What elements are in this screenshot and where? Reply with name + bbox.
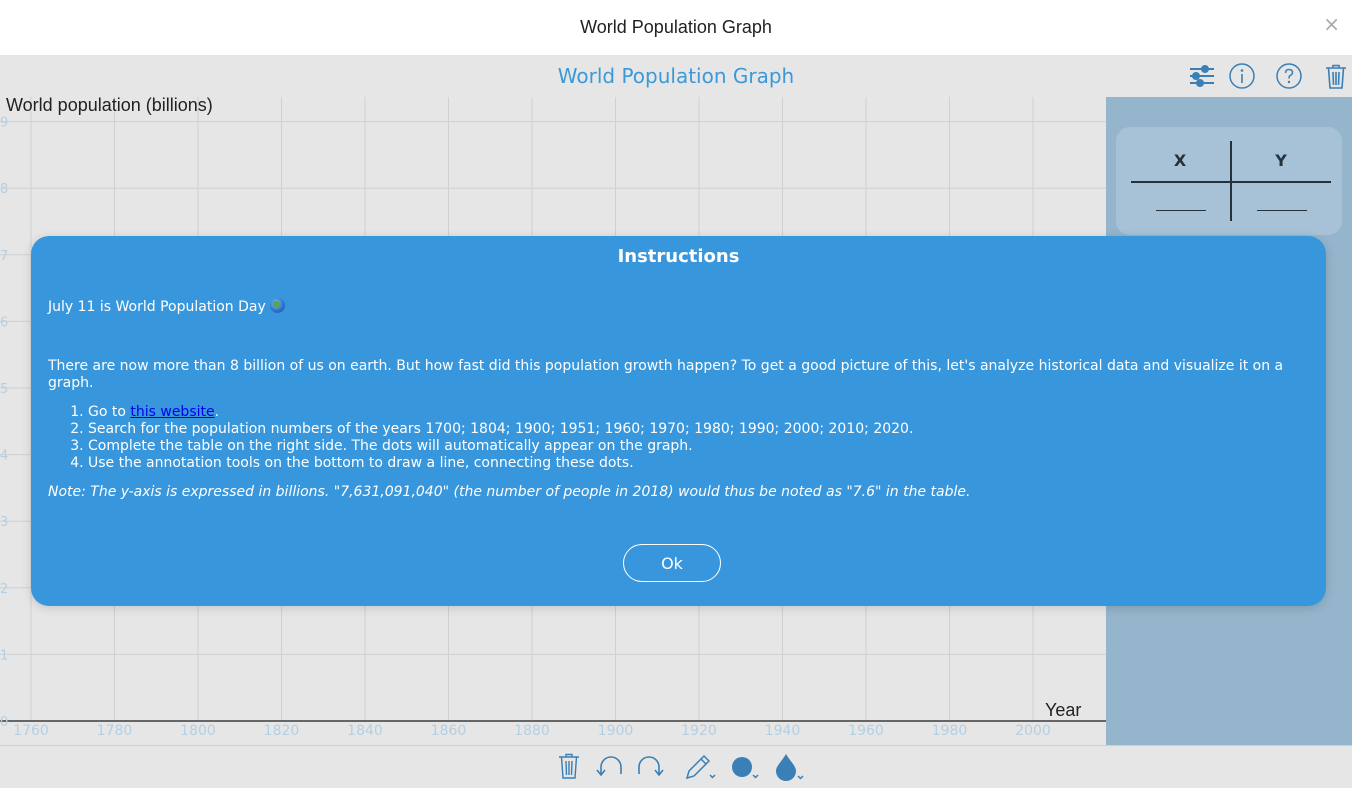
- step-2: Search for the population numbers of the…: [88, 421, 1308, 438]
- x-tick-label: 2000: [1015, 723, 1051, 739]
- y-axis-title: World population (billions): [6, 97, 213, 115]
- y-tick-label: 8: [0, 182, 8, 197]
- undo-icon[interactable]: [596, 752, 626, 784]
- x-tick-label: 1940: [765, 723, 801, 739]
- modal-note: Note: The y-axis is expressed in billion…: [48, 484, 971, 500]
- instructions-modal: Instructions July 11 is World Population…: [31, 236, 1326, 606]
- ok-button[interactable]: Ok: [623, 544, 721, 582]
- y-tick-label: 7: [0, 249, 8, 264]
- step-1-suffix: .: [214, 404, 220, 420]
- website-link[interactable]: this website: [130, 404, 214, 420]
- modal-title: Instructions: [617, 246, 740, 267]
- redo-icon[interactable]: [634, 752, 664, 784]
- intro-text: July 11 is World Population Day: [48, 299, 266, 315]
- step-1-prefix: Go to: [88, 404, 131, 420]
- window-titlebar: World Population Graph ×: [0, 0, 1352, 55]
- step-4: Use the annotation tools on the bottom t…: [88, 455, 1308, 472]
- x-axis-title: Year: [1045, 700, 1082, 720]
- x-tick-label: 1800: [180, 723, 216, 739]
- table-x-input[interactable]: [1156, 210, 1206, 211]
- table-y-input[interactable]: [1257, 210, 1307, 211]
- trash-icon[interactable]: [558, 752, 580, 784]
- table-x-header: X: [1173, 151, 1187, 170]
- step-1: Go to this website.: [88, 404, 1308, 421]
- y-tick-label: 6: [0, 315, 8, 330]
- table-y-header: Y: [1275, 151, 1287, 170]
- y-tick-label: 5: [0, 382, 8, 397]
- y-tick-label: 1: [0, 648, 8, 663]
- x-tick-label: 1900: [598, 723, 634, 739]
- modal-paragraph: There are now more than 8 billion of us …: [48, 358, 1284, 391]
- x-tick-label: 1760: [13, 723, 49, 739]
- app-title: World Population Graph: [557, 64, 795, 88]
- x-tick-label: 1980: [932, 723, 968, 739]
- dot-icon[interactable]: [730, 752, 762, 786]
- globe-icon: [269, 298, 285, 313]
- y-tick-label: 3: [0, 515, 8, 530]
- x-tick-label: 1780: [97, 723, 133, 739]
- color-drop-icon[interactable]: [774, 752, 806, 786]
- x-tick-label: 1860: [431, 723, 467, 739]
- x-tick-label: 1960: [848, 723, 884, 739]
- y-tick-label: 2: [0, 582, 8, 597]
- y-tick-label: 0: [0, 715, 8, 730]
- close-icon[interactable]: ×: [1323, 12, 1340, 36]
- trash-icon[interactable]: [1322, 62, 1350, 90]
- info-icon[interactable]: [1228, 62, 1256, 90]
- x-tick-label: 1880: [514, 723, 550, 739]
- x-tick-label: 1840: [347, 723, 383, 739]
- annotation-toolbar: [0, 745, 1352, 788]
- y-tick-label: 9: [0, 116, 8, 131]
- x-tick-label: 1920: [681, 723, 717, 739]
- modal-steps: Go to this website. Search for the popul…: [48, 404, 1308, 472]
- help-icon[interactable]: [1275, 62, 1303, 90]
- app-header: World Population Graph: [0, 55, 1352, 98]
- window-title: World Population Graph: [580, 17, 772, 37]
- table-column-divider: [1230, 141, 1232, 221]
- xy-table: X Y: [1116, 127, 1342, 235]
- x-tick-label: 1820: [264, 723, 300, 739]
- step-3: Complete the table on the right side. Th…: [88, 438, 1308, 455]
- pen-icon[interactable]: [684, 752, 718, 786]
- modal-intro: July 11 is World Population Day: [48, 298, 285, 316]
- y-tick-label: 4: [0, 449, 8, 464]
- sliders-icon[interactable]: [1188, 62, 1216, 90]
